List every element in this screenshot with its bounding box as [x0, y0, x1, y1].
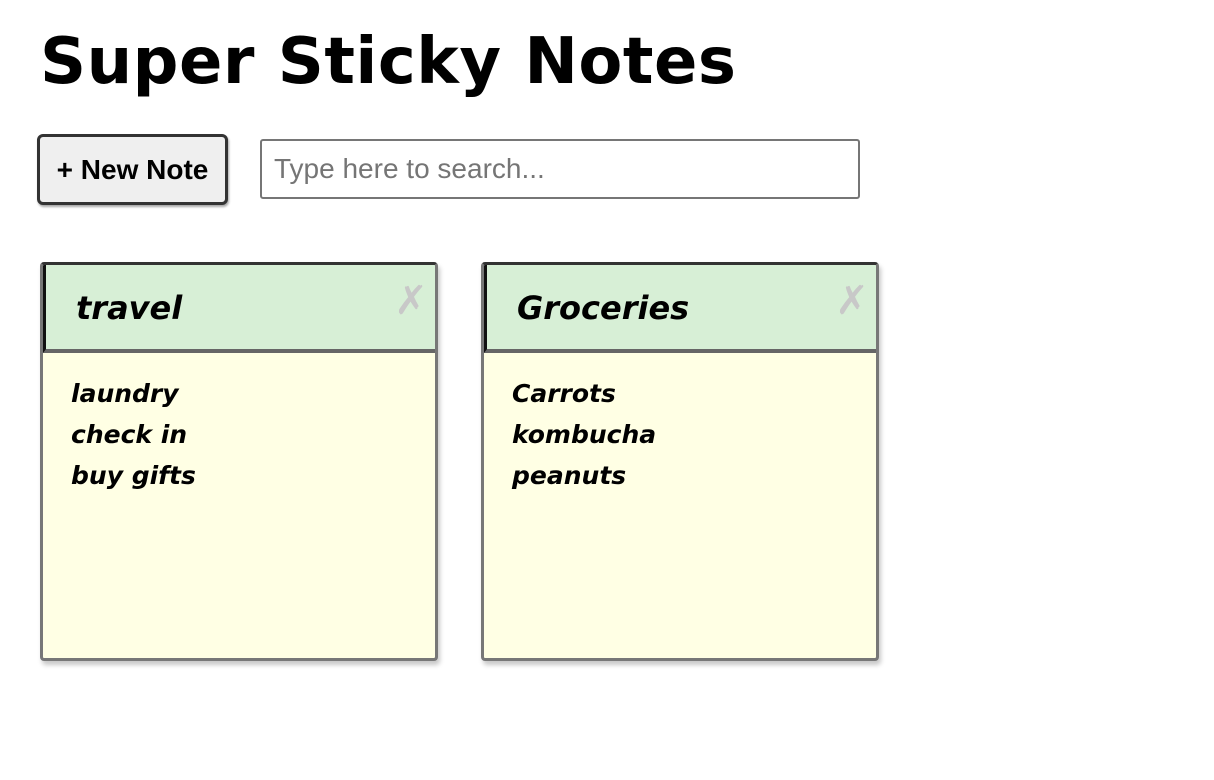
note-body[interactable]: laundry check in buy gifts [71, 373, 415, 496]
page-title: Super Sticky Notes [40, 25, 737, 99]
new-note-button[interactable]: + New Note [37, 134, 228, 205]
search-input[interactable] [260, 139, 860, 199]
note-body[interactable]: Carrots kombucha peanuts [512, 373, 856, 496]
app: Super Sticky Notes + New Note travel ✗ l… [0, 0, 1214, 780]
delete-note-icon[interactable]: ✗ [391, 281, 431, 321]
note-title[interactable]: travel [76, 287, 182, 329]
delete-note-icon[interactable]: ✗ [832, 281, 872, 321]
note-line: peanuts [512, 461, 627, 490]
note-line: buy gifts [71, 461, 196, 490]
note-line: laundry [71, 379, 179, 408]
note-header: Groceries ✗ [484, 265, 876, 353]
note-card: travel ✗ laundry check in buy gifts [40, 262, 438, 661]
note-line: kombucha [512, 420, 657, 449]
note-header: travel ✗ [43, 265, 435, 353]
note-title[interactable]: Groceries [517, 287, 689, 329]
note-card: Groceries ✗ Carrots kombucha peanuts [481, 262, 879, 661]
note-line: Carrots [512, 379, 616, 408]
note-line: check in [71, 420, 188, 449]
